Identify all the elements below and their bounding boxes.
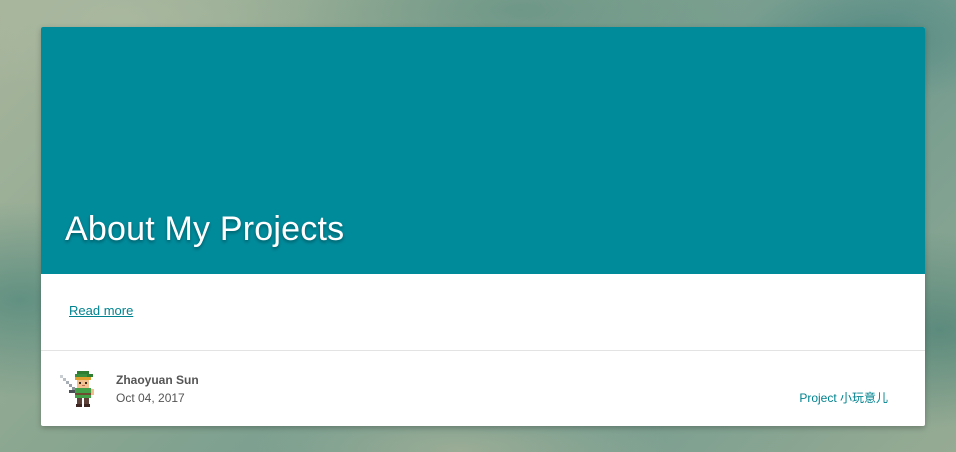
card-header: About My Projects bbox=[41, 27, 925, 274]
post-title[interactable]: About My Projects bbox=[65, 209, 344, 249]
card-body: Read more bbox=[41, 274, 925, 350]
author-name[interactable]: Zhaoyuan Sun bbox=[116, 372, 199, 388]
card-footer: Zhaoyuan Sun Oct 04, 2017 Project 小玩意儿 bbox=[41, 351, 925, 426]
post-card: About My Projects Read more Zhaoyuan Sun… bbox=[41, 27, 925, 426]
avatar[interactable] bbox=[57, 367, 101, 411]
post-date: Oct 04, 2017 bbox=[116, 391, 185, 405]
category-link[interactable]: Project 小玩意儿 bbox=[799, 390, 888, 406]
pixel-knight-icon bbox=[60, 371, 94, 407]
read-more-link[interactable]: Read more bbox=[69, 303, 133, 319]
